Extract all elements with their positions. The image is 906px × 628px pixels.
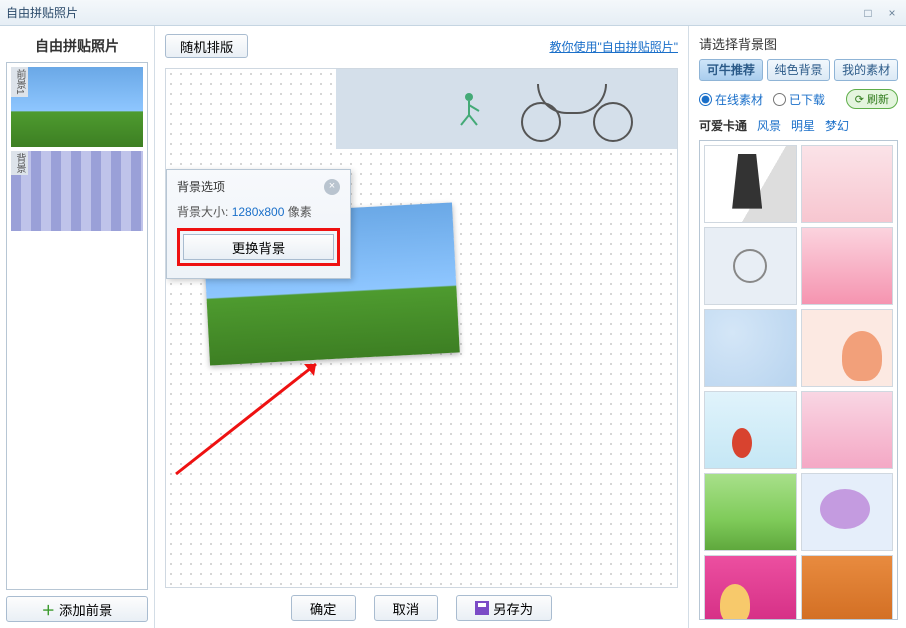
titlebar: 自由拼贴照片 □ ×	[0, 0, 906, 26]
background-grid	[699, 140, 898, 620]
save-as-label: 另存为	[493, 599, 533, 618]
bg-item[interactable]	[801, 555, 894, 620]
thumb-tag: 背景	[11, 151, 28, 175]
random-layout-button[interactable]: 随机排版	[165, 34, 248, 58]
window-title: 自由拼贴照片	[6, 4, 78, 21]
bg-item[interactable]	[704, 473, 797, 551]
bg-item[interactable]	[704, 555, 797, 620]
bg-item[interactable]	[801, 227, 894, 305]
bg-item[interactable]	[704, 391, 797, 469]
save-icon	[475, 601, 489, 615]
tab-recommended[interactable]: 可牛推荐	[699, 59, 763, 81]
help-link[interactable]: 教你使用"自由拼贴照片"	[549, 38, 678, 55]
bottom-bar: 确定 取消 另存为	[165, 588, 678, 628]
canvas-background-strip	[336, 69, 677, 149]
ok-button[interactable]: 确定	[291, 595, 356, 621]
cat-cartoon[interactable]: 可爱卡通	[699, 117, 747, 134]
bg-item[interactable]	[704, 309, 797, 387]
bg-item[interactable]	[704, 145, 797, 223]
left-panel: 自由拼贴照片 前景1 背景 ＋ 添加前景	[0, 26, 155, 628]
change-bg-highlight: 更换背景	[177, 228, 340, 266]
foreground-thumb[interactable]: 前景1	[11, 67, 143, 147]
bg-item[interactable]	[801, 391, 894, 469]
bg-source-tabs: 可牛推荐 纯色背景 我的素材	[699, 59, 898, 81]
refresh-label: 刷新	[867, 91, 889, 107]
tab-solid-color[interactable]: 纯色背景	[767, 59, 831, 81]
cat-scenery[interactable]: 风景	[757, 117, 781, 134]
plus-icon: ＋	[42, 600, 55, 619]
category-row: 可爱卡通 风景 明星 梦幻	[699, 117, 898, 134]
right-panel-title: 请选择背景图	[699, 34, 898, 59]
bg-item[interactable]	[801, 145, 894, 223]
bg-item[interactable]	[801, 309, 894, 387]
maximize-icon[interactable]: □	[860, 5, 876, 21]
bg-size-unit: 像素	[288, 205, 312, 219]
left-panel-title: 自由拼贴照片	[6, 32, 148, 62]
add-foreground-button[interactable]: ＋ 添加前景	[6, 596, 148, 622]
bg-item[interactable]	[801, 473, 894, 551]
bicycle-icon	[517, 74, 637, 144]
popup-close-icon[interactable]: ×	[324, 179, 340, 195]
close-icon[interactable]: ×	[884, 5, 900, 21]
bg-item[interactable]	[704, 227, 797, 305]
background-thumb[interactable]: 背景	[11, 151, 143, 231]
bg-size-row: 背景大小: 1280x800 像素	[177, 203, 340, 220]
thumbnail-list: 前景1 背景	[6, 62, 148, 590]
background-options-popup: 背景选项 × 背景大小: 1280x800 像素 更换背景	[166, 169, 351, 279]
center-area: 随机排版 教你使用"自由拼贴照片" 背景选项 ×	[155, 26, 688, 628]
bliss-thumb-image	[11, 67, 143, 147]
stick-figure-icon	[457, 89, 497, 129]
tab-my-assets[interactable]: 我的素材	[834, 59, 898, 81]
refresh-icon: ⟳	[855, 93, 864, 106]
change-background-button[interactable]: 更换背景	[183, 234, 334, 260]
thumb-tag: 前景1	[11, 67, 28, 97]
bg-size-value: 1280x800	[232, 205, 285, 219]
radio-online-input[interactable]	[699, 93, 712, 106]
save-as-button[interactable]: 另存为	[456, 595, 552, 621]
radio-online[interactable]: 在线素材	[699, 91, 763, 108]
bg-size-label: 背景大小:	[177, 205, 228, 219]
refresh-button[interactable]: ⟳ 刷新	[846, 89, 898, 109]
bg-thumb-image	[11, 151, 143, 231]
cat-stars[interactable]: 明星	[791, 117, 815, 134]
annotation-arrow	[166, 344, 346, 484]
cat-fantasy[interactable]: 梦幻	[825, 117, 849, 134]
radio-downloaded-input[interactable]	[773, 93, 786, 106]
add-foreground-label: 添加前景	[59, 600, 112, 619]
popup-title: 背景选项	[177, 178, 324, 195]
cancel-button[interactable]: 取消	[374, 595, 439, 621]
right-panel: 请选择背景图 可牛推荐 纯色背景 我的素材 在线素材 已下载 ⟳ 刷新 可爱卡通…	[688, 26, 906, 628]
radio-downloaded[interactable]: 已下载	[773, 91, 825, 108]
canvas[interactable]: 背景选项 × 背景大小: 1280x800 像素 更换背景	[165, 68, 678, 588]
